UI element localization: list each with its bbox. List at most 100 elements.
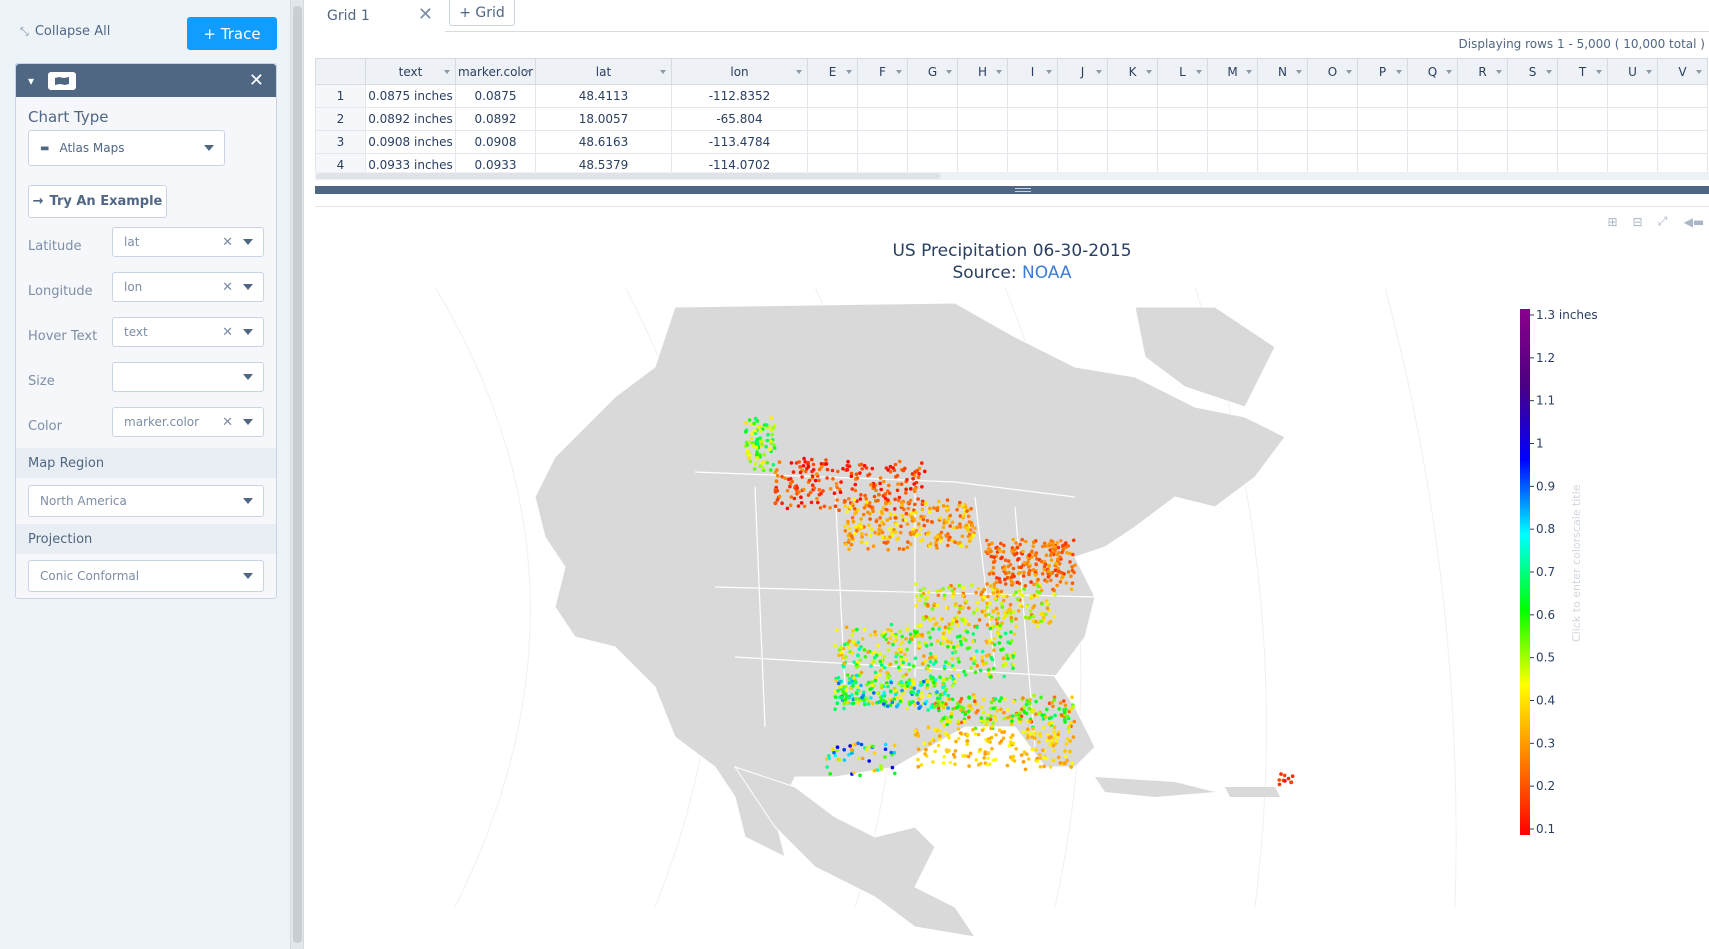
precipitation-point[interactable]	[938, 588, 943, 593]
table-cell[interactable]	[1657, 107, 1708, 131]
precipitation-point[interactable]	[908, 487, 913, 491]
precipitation-point[interactable]	[973, 659, 977, 663]
precipitation-point[interactable]	[957, 503, 961, 508]
precipitation-point[interactable]	[888, 469, 893, 474]
precipitation-point[interactable]	[750, 431, 754, 436]
precipitation-point[interactable]	[835, 745, 840, 749]
precipitation-point[interactable]	[884, 501, 888, 506]
precipitation-point[interactable]	[958, 634, 962, 638]
precipitation-point[interactable]	[1042, 564, 1047, 569]
precipitation-point[interactable]	[1290, 774, 1295, 778]
precipitation-point[interactable]	[969, 657, 973, 661]
precipitation-point[interactable]	[969, 666, 973, 670]
precipitation-point[interactable]	[931, 760, 935, 764]
precipitation-point[interactable]	[904, 637, 908, 641]
precipitation-point[interactable]	[747, 452, 752, 457]
precipitation-point[interactable]	[923, 641, 927, 645]
precipitation-point[interactable]	[1279, 772, 1283, 776]
precipitation-point[interactable]	[1019, 565, 1023, 570]
precipitation-point[interactable]	[925, 602, 930, 607]
precipitation-point[interactable]	[843, 499, 848, 504]
precipitation-point[interactable]	[1059, 713, 1064, 717]
row-index[interactable]: 2	[315, 107, 366, 131]
precipitation-point[interactable]	[1030, 549, 1034, 554]
precipitation-point[interactable]	[873, 630, 877, 634]
table-cell[interactable]	[807, 84, 858, 108]
precipitation-point[interactable]	[849, 542, 854, 547]
precipitation-point[interactable]	[770, 432, 774, 437]
precipitation-point[interactable]	[753, 429, 758, 433]
precipitation-point[interactable]	[880, 663, 884, 667]
precipitation-point[interactable]	[981, 710, 986, 715]
precipitation-point[interactable]	[797, 460, 801, 464]
precipitation-point[interactable]	[986, 756, 990, 760]
precipitation-point[interactable]	[764, 423, 769, 427]
precipitation-point[interactable]	[780, 501, 784, 506]
table-cell[interactable]	[807, 107, 858, 131]
precipitation-point[interactable]	[989, 617, 993, 621]
column-menu-icon[interactable]	[1346, 70, 1352, 74]
precipitation-point[interactable]	[916, 624, 920, 628]
precipitation-point[interactable]	[924, 501, 928, 506]
precipitation-point[interactable]	[974, 590, 978, 595]
precipitation-point[interactable]	[1070, 568, 1075, 573]
precipitation-point[interactable]	[785, 506, 790, 511]
precipitation-point[interactable]	[1015, 597, 1020, 602]
precipitation-point[interactable]	[777, 494, 782, 499]
table-cell[interactable]	[1107, 84, 1158, 108]
precipitation-point[interactable]	[1057, 561, 1062, 566]
precipitation-point[interactable]	[836, 681, 841, 686]
precipitation-point[interactable]	[869, 664, 873, 668]
precipitation-point[interactable]	[847, 645, 851, 649]
precipitation-point[interactable]	[1025, 699, 1029, 703]
precipitation-point[interactable]	[852, 770, 856, 775]
precipitation-point[interactable]	[894, 522, 899, 527]
precipitation-point[interactable]	[1021, 549, 1025, 554]
column-menu-icon[interactable]	[660, 70, 666, 74]
precipitation-point[interactable]	[935, 639, 940, 643]
precipitation-point[interactable]	[899, 680, 904, 685]
precipitation-point[interactable]	[841, 664, 846, 669]
precipitation-point[interactable]	[963, 621, 967, 625]
precipitation-point[interactable]	[986, 594, 990, 599]
precipitation-point[interactable]	[944, 605, 949, 610]
precipitation-point[interactable]	[893, 530, 898, 534]
precipitation-point[interactable]	[869, 482, 873, 487]
precipitation-point[interactable]	[817, 478, 821, 483]
precipitation-point[interactable]	[931, 662, 936, 666]
precipitation-point[interactable]	[831, 477, 835, 481]
precipitation-point[interactable]	[838, 490, 843, 495]
precipitation-point[interactable]	[968, 704, 973, 708]
precipitation-point[interactable]	[1031, 606, 1035, 610]
table-cell[interactable]	[957, 107, 1008, 131]
precipitation-point[interactable]	[1033, 573, 1038, 577]
precipitation-point[interactable]	[874, 519, 879, 524]
precipitation-point[interactable]	[866, 702, 871, 706]
precipitation-point[interactable]	[948, 760, 953, 765]
precipitation-point[interactable]	[1015, 545, 1020, 550]
precipitation-point[interactable]	[965, 646, 970, 651]
precipitation-point[interactable]	[798, 470, 803, 475]
precipitation-point[interactable]	[915, 634, 919, 638]
precipitation-point[interactable]	[988, 584, 993, 588]
precipitation-point[interactable]	[1283, 779, 1287, 783]
precipitation-point[interactable]	[822, 504, 827, 509]
precipitation-point[interactable]	[883, 742, 888, 747]
precipitation-point[interactable]	[919, 593, 924, 598]
precipitation-point[interactable]	[841, 466, 845, 471]
precipitation-point[interactable]	[1001, 656, 1006, 660]
precipitation-point[interactable]	[1063, 542, 1067, 547]
precipitation-point[interactable]	[886, 684, 890, 689]
precipitation-point[interactable]	[1021, 760, 1026, 764]
precipitation-point[interactable]	[945, 639, 950, 643]
column-menu-icon[interactable]	[1396, 70, 1402, 74]
tab-grid-1[interactable]: Grid 1 ✕	[315, 0, 445, 32]
table-cell[interactable]	[1207, 84, 1258, 108]
precipitation-point[interactable]	[885, 536, 889, 541]
row-index[interactable]: 1	[315, 84, 366, 108]
precipitation-point[interactable]	[1003, 610, 1007, 614]
precipitation-point[interactable]	[964, 638, 968, 642]
precipitation-point[interactable]	[870, 701, 875, 706]
precipitation-point[interactable]	[868, 533, 873, 538]
precipitation-point[interactable]	[941, 631, 946, 636]
